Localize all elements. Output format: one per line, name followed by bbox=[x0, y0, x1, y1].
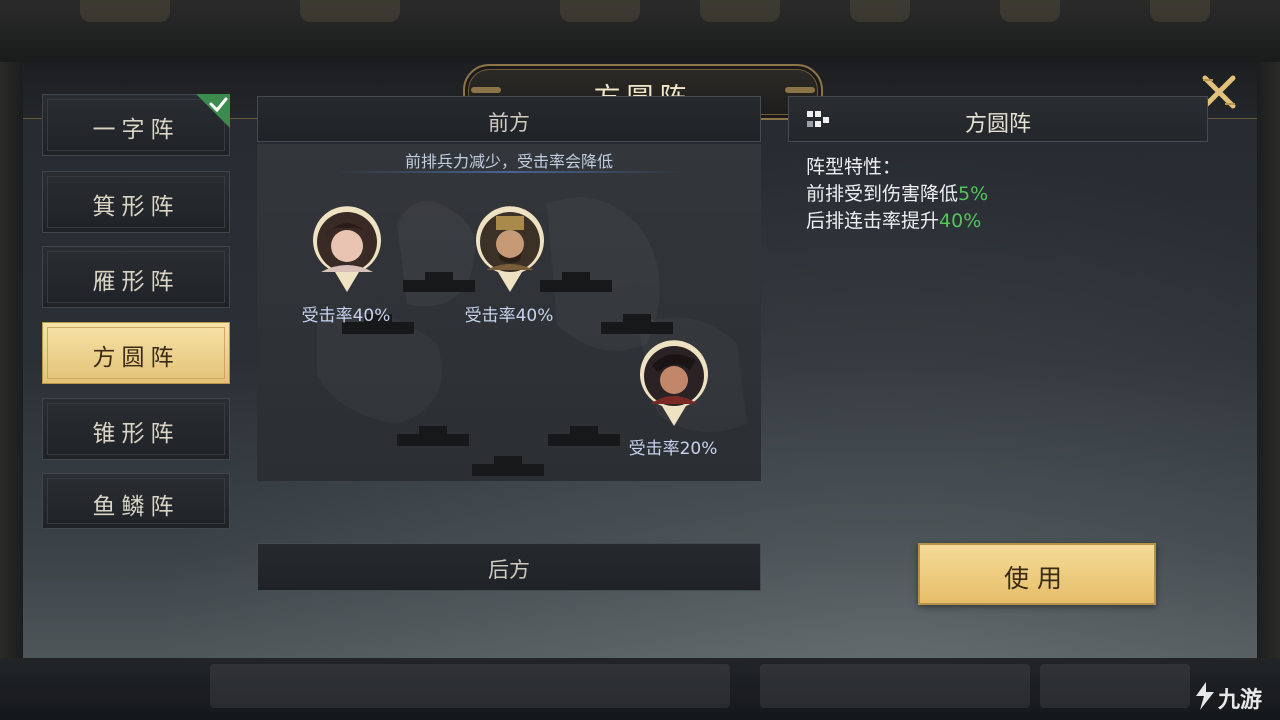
formation-slot[interactable] bbox=[403, 272, 475, 292]
male-hero-portrait[interactable] bbox=[474, 206, 546, 294]
formation-slot[interactable] bbox=[397, 426, 469, 446]
trait-value: 40% bbox=[939, 210, 982, 232]
formation-tab-jixing[interactable]: 箕形阵 bbox=[42, 171, 230, 233]
formation-slot[interactable] bbox=[472, 456, 544, 476]
unit-hit-rate: 受击率40% bbox=[464, 306, 554, 326]
game-background-left bbox=[0, 62, 23, 658]
game-hud-background-bottom bbox=[0, 658, 1280, 720]
formation-tab-yulin[interactable]: 鱼鳞阵 bbox=[42, 473, 230, 529]
game-hud-background-top bbox=[0, 0, 1280, 62]
traits-title: 阵型特性： bbox=[806, 156, 902, 178]
formation-tab-label: 箕形阵 bbox=[92, 194, 180, 220]
game-background-right bbox=[1257, 62, 1280, 658]
trait-value: 5% bbox=[958, 183, 989, 205]
use-button[interactable]: 使用 bbox=[918, 543, 1156, 605]
formation-tab-label: 锥形阵 bbox=[92, 421, 180, 447]
trait-text: 前排受到伤害降低 bbox=[806, 183, 959, 205]
female-hero-portrait[interactable] bbox=[311, 206, 383, 294]
hint-underline bbox=[337, 171, 681, 173]
formation-tab-label: 鱼鳞阵 bbox=[92, 494, 180, 520]
formation-tab-yanxing[interactable]: 雁形阵 bbox=[42, 246, 230, 308]
unit-hit-rate: 受击率40% bbox=[301, 306, 391, 326]
unit-hit-rate: 受击率20% bbox=[628, 439, 718, 459]
trait-text: 后排连击率提升 bbox=[806, 210, 940, 232]
formation-tab-label: 雁形阵 bbox=[92, 269, 180, 295]
check-icon bbox=[196, 94, 230, 128]
use-button-label: 使用 bbox=[1003, 564, 1070, 593]
rear-label: 后方 bbox=[488, 558, 530, 582]
formation-field: 前排兵力减少，受击率会降低 受击率40% 受击率40% 受击率20% bbox=[257, 144, 761, 481]
formation-tab-yizi[interactable]: 一字阵 bbox=[42, 94, 230, 156]
trait-line: 前排受到伤害降低5% bbox=[806, 181, 1206, 208]
formation-slot[interactable] bbox=[601, 314, 673, 334]
trait-line: 后排连击率提升40% bbox=[806, 208, 1206, 235]
formation-hint: 前排兵力减少，受击率会降低 bbox=[404, 152, 613, 171]
formation-tab-zhuixing[interactable]: 锥形阵 bbox=[42, 398, 230, 460]
formation-traits: 阵型特性： 前排受到伤害降低5% 后排连击率提升40% bbox=[806, 154, 1206, 235]
formation-slot[interactable] bbox=[548, 426, 620, 446]
front-label: 前方 bbox=[488, 111, 530, 135]
formation-detail-name: 方圆阵 bbox=[964, 112, 1031, 137]
watermark-icon bbox=[1196, 682, 1214, 710]
rear-header: 后方 bbox=[257, 543, 761, 591]
formation-tab-fangyuan[interactable]: 方圆阵 bbox=[42, 322, 230, 384]
watermark-logo: 九游 bbox=[1188, 676, 1280, 716]
formation-detail-header: 方圆阵 bbox=[788, 96, 1208, 142]
warrior-hero-portrait[interactable] bbox=[638, 340, 710, 428]
watermark-text: 九游 bbox=[1218, 688, 1263, 713]
formation-tab-label: 方圆阵 bbox=[92, 345, 180, 371]
front-header: 前方 bbox=[257, 96, 761, 142]
formation-slot[interactable] bbox=[540, 272, 612, 292]
